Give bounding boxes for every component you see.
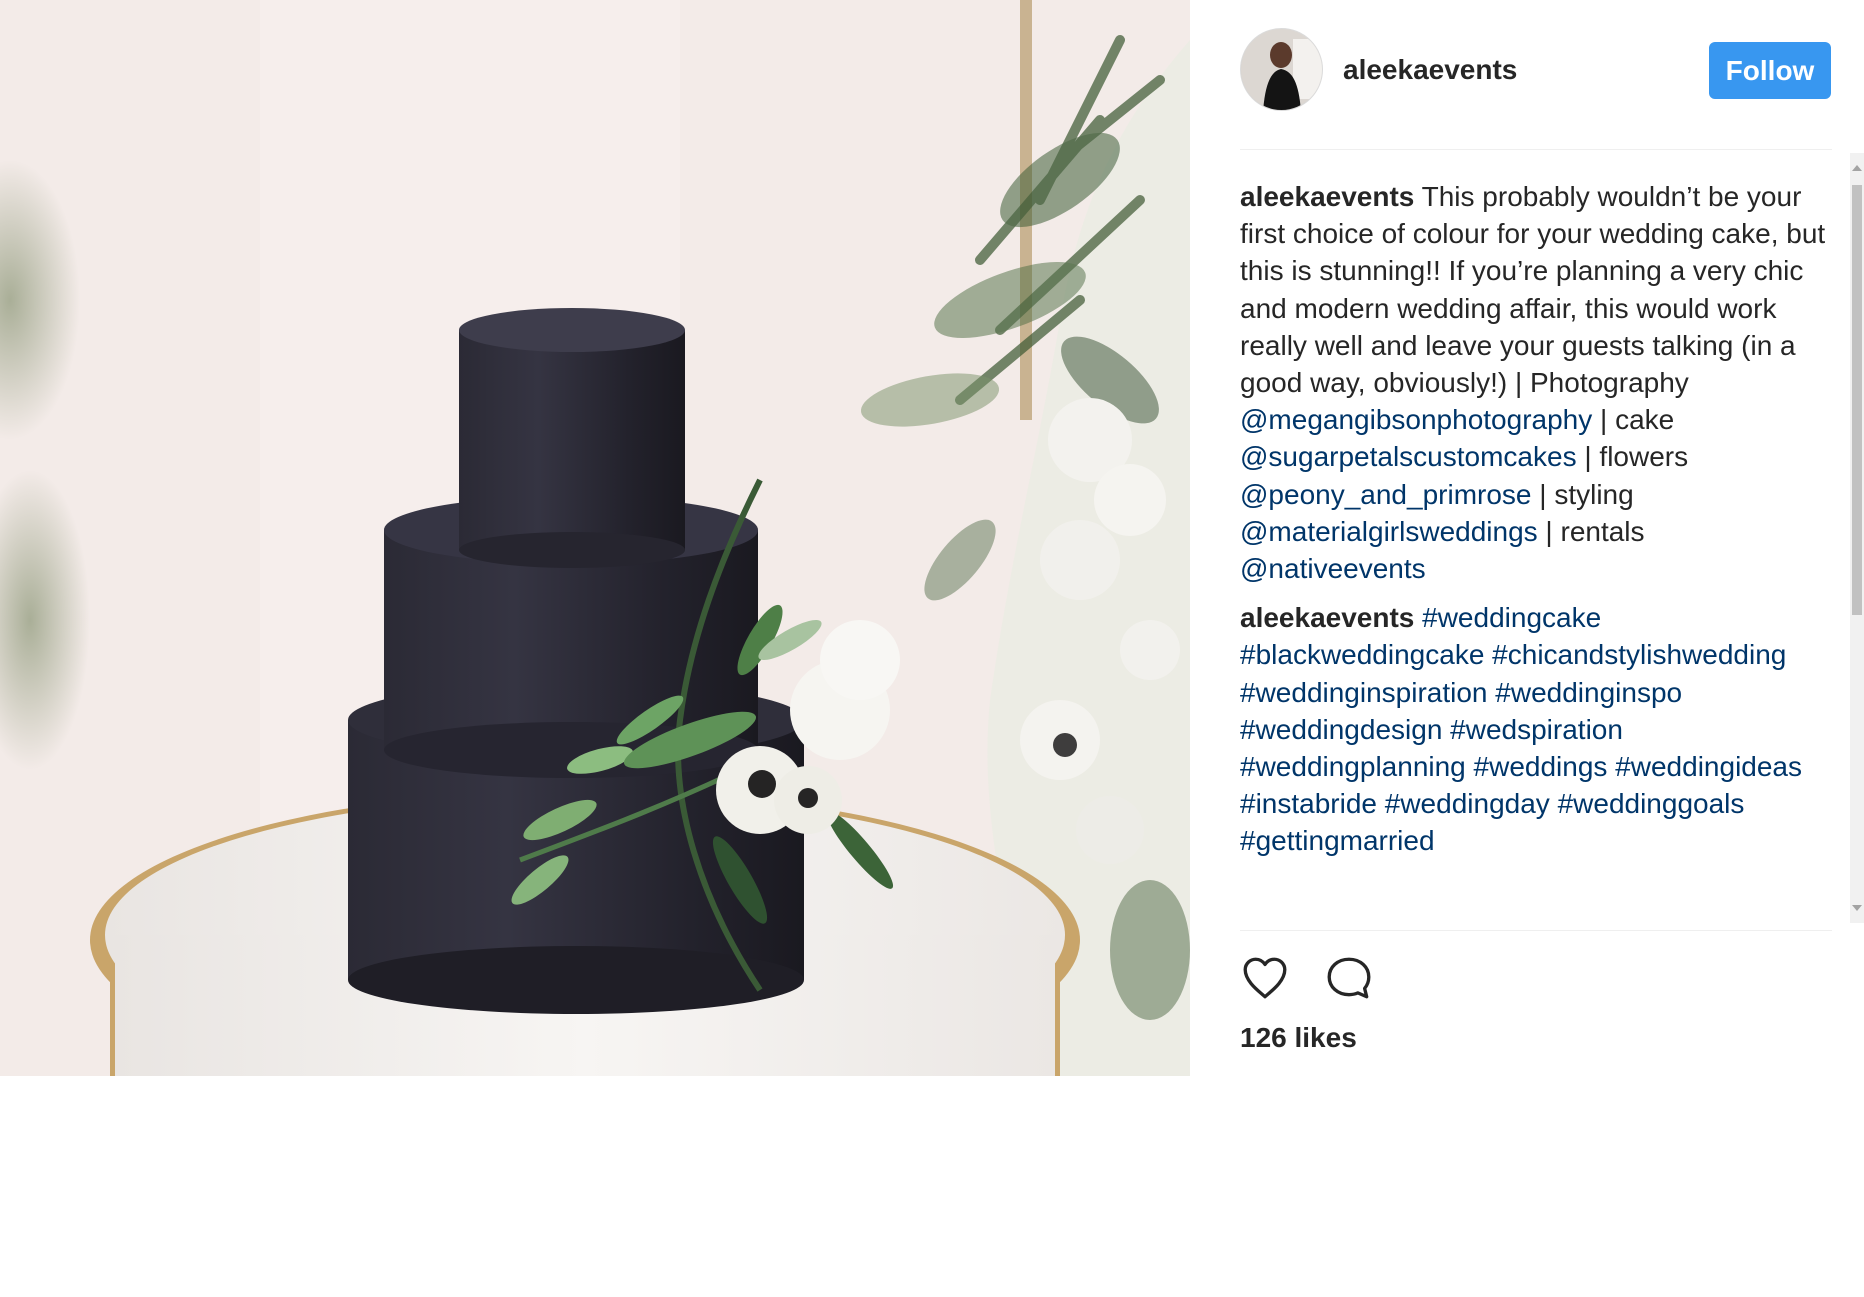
action-bar [1240,952,1374,1004]
header-username[interactable]: aleekaevents [1343,54,1517,86]
hashtag-link[interactable]: #weddingcake [1422,602,1601,633]
hashtag-link[interactable]: #weddinginspo [1495,677,1682,708]
hashtag-link[interactable]: #wedspiration [1450,714,1623,745]
hashtag-link[interactable]: #weddingideas [1615,751,1802,782]
black-wedding-cake-photo [0,0,1190,1076]
scroll-up-arrow-icon[interactable] [1852,165,1862,171]
hashtag-link[interactable]: #gettingmarried [1240,825,1435,856]
follow-button[interactable]: Follow [1709,42,1831,99]
hashtag-link[interactable]: #blackweddingcake [1240,639,1484,670]
comment-text: | rentals [1537,515,1645,547]
mention-link[interactable]: @materialgirlsweddings [1240,516,1538,547]
comments-scrollbar[interactable] [1850,153,1864,923]
comments-list[interactable]: aleekaevents This probably wouldn’t be y… [1240,178,1832,930]
scroll-thumb[interactable] [1852,185,1862,615]
comment-text [1550,788,1558,819]
avatar[interactable] [1240,28,1323,111]
comment-username[interactable]: aleekaevents [1240,602,1414,633]
hashtag-link[interactable]: #weddingday [1385,788,1550,819]
post-photo[interactable] [0,0,1190,1076]
comment-text: | flowers [1576,441,1689,473]
hashtag-link[interactable]: #weddinggoals [1558,788,1745,819]
hashtag-link[interactable]: #weddings [1474,751,1608,782]
comment-text [1377,788,1385,819]
hashtag-link[interactable]: #weddingplanning [1240,751,1466,782]
comment-text [1442,714,1450,745]
hashtag-link[interactable]: #chicandstylishwedding [1492,639,1786,670]
comment-text: This probably wouldn’t be your first cho… [1240,181,1826,399]
hashtag-link[interactable]: #weddingdesign [1240,714,1442,745]
comment: aleekaevents This probably wouldn’t be y… [1240,178,1832,587]
comment-text [1484,639,1492,670]
profile-photo-icon [1241,29,1322,110]
hashtag-link[interactable]: #instabride [1240,788,1377,819]
mention-link[interactable]: @megangibsonphotography [1240,404,1592,435]
comment-text: | cake [1592,404,1675,436]
comment: aleekaevents #weddingcake #blackweddingc… [1240,599,1832,859]
header-divider [1240,149,1832,150]
comment-text [1414,602,1422,633]
actions-divider [1240,930,1832,931]
comment-bubble-icon[interactable] [1324,953,1374,1003]
likes-count[interactable]: 126 likes [1240,1022,1357,1054]
scroll-down-arrow-icon[interactable] [1852,905,1862,911]
mention-link[interactable]: @nativeevents [1240,553,1426,584]
comment-text: | styling [1531,478,1634,510]
heart-icon[interactable] [1240,953,1290,1003]
comment-username[interactable]: aleekaevents [1240,181,1414,212]
mention-link[interactable]: @peony_and_primrose [1240,479,1531,510]
comment-text [1466,751,1474,782]
hashtag-link[interactable]: #weddinginspiration [1240,677,1488,708]
mention-link[interactable]: @sugarpetalscustomcakes [1240,441,1577,472]
